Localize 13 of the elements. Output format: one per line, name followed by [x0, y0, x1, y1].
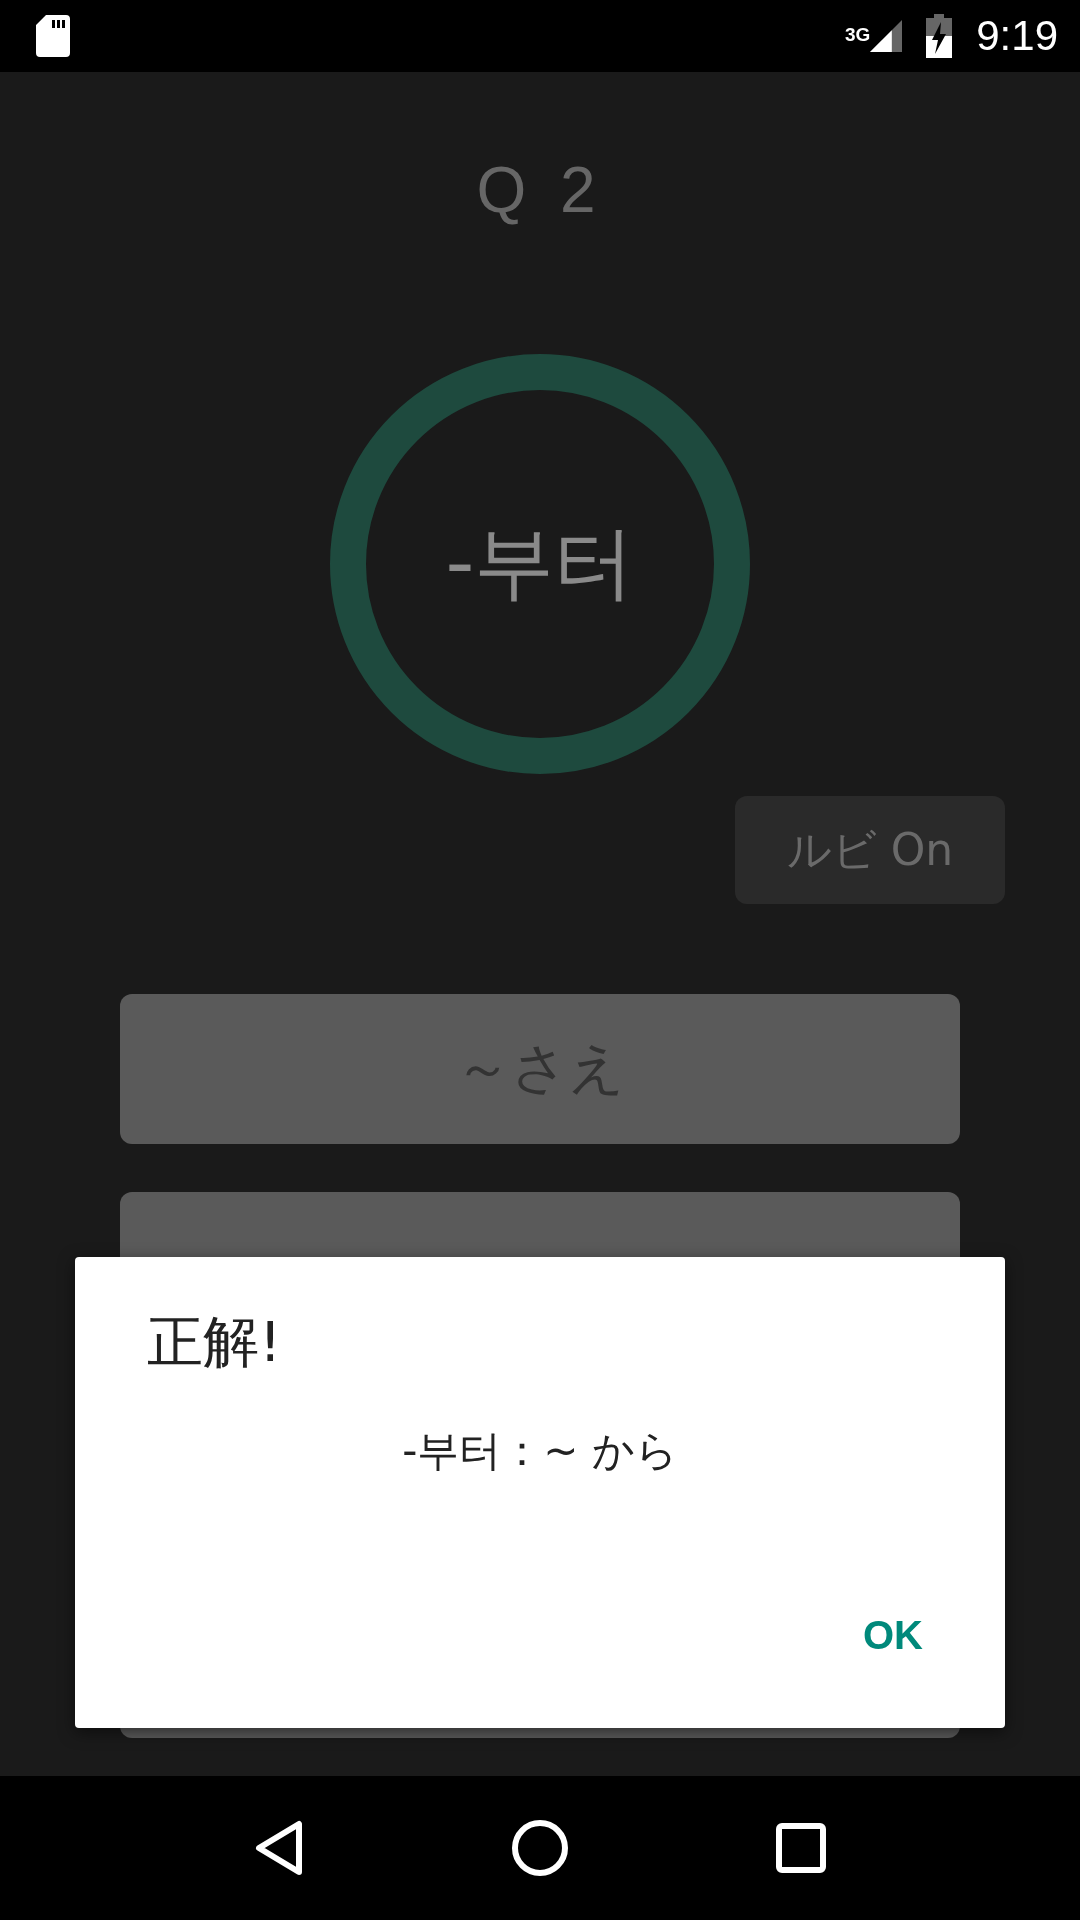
- question-number: Q 2: [476, 153, 604, 228]
- ok-button[interactable]: OK: [851, 1605, 935, 1666]
- dialog-message: -부터：~ から: [401, 1425, 679, 1477]
- home-icon[interactable]: [511, 1819, 569, 1877]
- recents-icon[interactable]: [776, 1823, 827, 1873]
- sd-card-icon: [36, 15, 70, 57]
- back-icon[interactable]: [253, 1820, 304, 1876]
- clock: 9:19: [976, 12, 1058, 60]
- battery-charging-icon: [926, 14, 953, 58]
- question-word: -부터: [445, 515, 635, 611]
- dialog-title: 正解!: [147, 1308, 283, 1376]
- network-type: 3G: [844, 24, 871, 46]
- ruby-toggle-button[interactable]: ルビ On: [735, 796, 1005, 904]
